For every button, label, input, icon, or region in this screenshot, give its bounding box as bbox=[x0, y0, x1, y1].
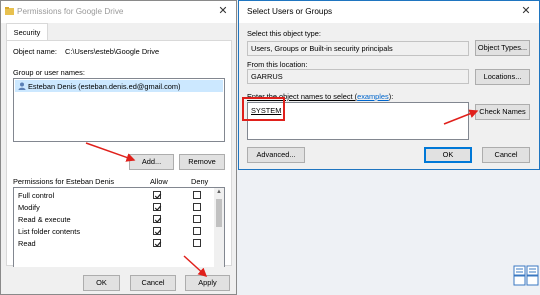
arrow-to-apply bbox=[183, 255, 208, 278]
annotation-arrows bbox=[85, 109, 479, 278]
arrow-to-check-names bbox=[443, 109, 479, 125]
arrow-to-add bbox=[85, 142, 136, 162]
